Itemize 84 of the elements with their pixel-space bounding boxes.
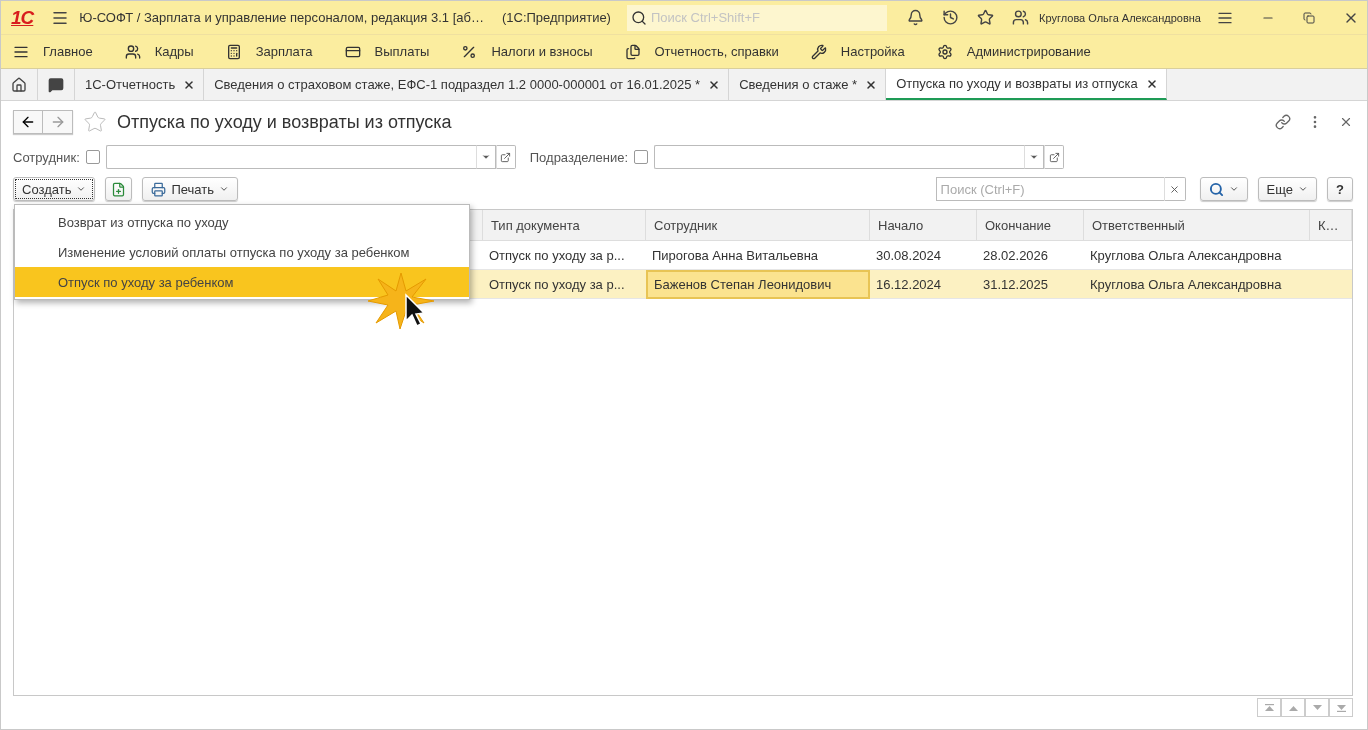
last-button[interactable] — [1329, 698, 1353, 717]
select-field[interactable] — [654, 145, 1025, 169]
search-button[interactable] — [1199, 177, 1248, 201]
up-button[interactable] — [1281, 698, 1305, 717]
open-window-icon — [1048, 151, 1060, 163]
restore-icon[interactable] — [1303, 11, 1315, 24]
close-icon[interactable] — [1145, 77, 1158, 90]
more-button[interactable]: Еще — [1257, 177, 1318, 201]
tab[interactable]: Отпуска по уходу и возвраты из отпуска — [886, 69, 1167, 100]
caret-icon — [480, 152, 491, 162]
close-icon — [1169, 183, 1181, 195]
settings-icon — [936, 43, 953, 60]
column-header[interactable]: Сотрудник — [646, 210, 870, 241]
close-icon[interactable] — [865, 78, 878, 91]
bell-icon[interactable] — [907, 9, 925, 26]
add-document-button[interactable] — [105, 177, 133, 201]
close-icon[interactable] — [1339, 115, 1353, 129]
create-button[interactable]: Создать — [13, 177, 96, 201]
menu-item[interactable]: Отпуск по уходу за ребенком — [15, 267, 469, 297]
user-name: Круглова Ольга Александровна — [1039, 11, 1201, 24]
checkbox[interactable] — [634, 150, 649, 164]
star-icon[interactable] — [83, 110, 107, 134]
caret-icon — [1298, 184, 1309, 194]
menu-item[interactable]: Настройка — [810, 43, 905, 60]
form-title: Отпуска по уходу и возвраты из отпуска — [117, 111, 453, 133]
caret-icon — [76, 184, 87, 194]
app-title: Ю-СОФТ / Зарплата и управление персоналом, редакция 3.1 [аб… — [79, 10, 484, 25]
printer-icon — [151, 181, 167, 197]
caret-icon — [219, 184, 229, 194]
search-field[interactable]: Поиск (Ctrl+F) — [935, 177, 1164, 201]
checkbox[interactable] — [85, 150, 100, 164]
caret-icon — [1228, 184, 1239, 194]
history-icon[interactable] — [942, 9, 960, 26]
table-cell[interactable]: 31.12.2025 — [977, 270, 1084, 299]
table-cell[interactable]: 16.12.2024 — [870, 270, 977, 299]
column-header[interactable]: Ответственный — [1084, 210, 1310, 241]
down-button[interactable] — [1305, 698, 1329, 717]
menu-item[interactable]: Налоги и взносы — [461, 43, 593, 60]
down-icon — [1311, 703, 1323, 712]
first-icon — [1263, 703, 1275, 712]
menu-item[interactable]: Администрирование — [936, 43, 1091, 60]
column-header[interactable]: Окончание — [977, 210, 1084, 241]
menu-item[interactable]: Зарплата — [225, 43, 313, 60]
users-icon[interactable] — [1012, 9, 1030, 26]
column-header[interactable]: К… — [1310, 210, 1352, 241]
menu-item[interactable]: Отчетность, справки — [624, 43, 779, 60]
up-icon — [1287, 703, 1299, 712]
logo: 1С — [11, 6, 34, 29]
wrench-icon — [810, 43, 827, 60]
caret-icon — [1029, 152, 1040, 162]
back-button[interactable] — [13, 110, 43, 134]
percent-icon — [461, 43, 478, 60]
calculator-icon — [225, 43, 242, 60]
search-icon — [630, 9, 647, 26]
menu-item[interactable]: Выплаты — [344, 43, 430, 60]
open-window-icon — [500, 151, 512, 163]
menu-item[interactable]: Возврат из отпуска по уходу — [15, 207, 469, 237]
close-icon[interactable] — [708, 78, 721, 91]
last-icon — [1335, 703, 1347, 712]
close-icon[interactable] — [183, 78, 196, 91]
print-button[interactable]: Печать — [142, 177, 238, 201]
people-icon — [124, 43, 141, 60]
table-cell[interactable]: Отпуск по уходу за р... — [483, 270, 646, 299]
menu-item[interactable]: Главное — [13, 43, 93, 60]
global-search-field[interactable]: Поиск Ctrl+Shift+F — [626, 4, 888, 31]
app-mode: (1С:Предприятие) — [501, 10, 611, 25]
table-cell[interactable]: Баженов Степан Леонидович — [646, 270, 870, 299]
star-icon[interactable] — [977, 9, 995, 26]
link-icon[interactable] — [1275, 114, 1291, 130]
menu-item[interactable]: Кадры — [124, 43, 194, 60]
select-field[interactable] — [105, 145, 476, 169]
open-button[interactable] — [1044, 145, 1065, 169]
filter-label: Сотрудник: — [13, 149, 80, 165]
search-icon — [1208, 181, 1224, 197]
open-button[interactable] — [495, 145, 516, 169]
help-button[interactable]: ? — [1327, 177, 1353, 201]
filter-label: Подразделение: — [529, 149, 629, 165]
menu-item[interactable]: Изменение условий оплаты отпуска по уходу за ребенком — [15, 237, 469, 267]
first-button[interactable] — [1257, 698, 1281, 717]
table-cell[interactable]: Круглова Ольга Александровна — [1084, 270, 1310, 299]
column-header[interactable]: Начало — [870, 210, 977, 241]
column-header[interactable]: Тип документа — [483, 210, 646, 241]
document-plus-icon — [111, 181, 127, 197]
documents-icon — [624, 43, 641, 60]
